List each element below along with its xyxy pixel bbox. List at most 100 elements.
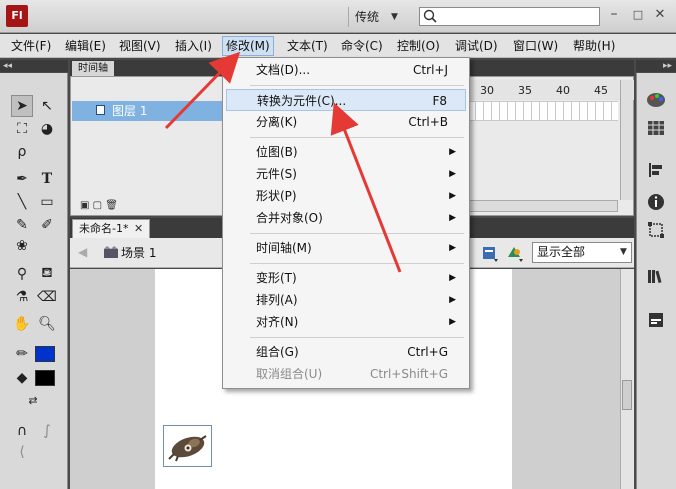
- snap-icon[interactable]: ∩: [11, 420, 33, 442]
- menu-separator: [250, 263, 464, 264]
- tab-timeline[interactable]: 时间轴: [72, 61, 114, 76]
- transform-panel-icon[interactable]: [645, 219, 667, 241]
- fill-color-swatch[interactable]: [35, 370, 55, 386]
- stroke-color-icon: ✏: [16, 346, 28, 362]
- menu-modify[interactable]: 修改(M): [222, 36, 274, 56]
- menu-item-convert-to-symbol[interactable]: 转换为元件(C)... F8: [226, 89, 466, 111]
- frame-cells[interactable]: [468, 101, 618, 121]
- timeline-scrollbar-horizontal[interactable]: [468, 200, 618, 212]
- collapse-left-icon[interactable]: ◂◂: [0, 60, 68, 72]
- menu-insert[interactable]: 插入(I): [172, 36, 215, 56]
- menu-commands[interactable]: 命令(C): [338, 36, 386, 56]
- submenu-arrow-icon: ▶: [449, 213, 456, 223]
- swap-colors-icon[interactable]: ⇄: [22, 389, 44, 411]
- workspace-switcher[interactable]: 传统: [348, 7, 385, 27]
- edit-symbols-icon[interactable]: [480, 243, 500, 263]
- swatches-panel-icon[interactable]: [645, 117, 667, 139]
- menu-item-shortcut: F8: [432, 94, 447, 108]
- rectangle-tool-icon[interactable]: ▭: [36, 191, 58, 213]
- right-panel-dock: [636, 73, 676, 489]
- zoom-dropdown[interactable]: 显示全部: [532, 242, 632, 263]
- collapse-right-icon[interactable]: ▸▸: [636, 60, 676, 72]
- pencil-icon[interactable]: ✎: [11, 214, 33, 236]
- eyedropper-icon[interactable]: ⚗: [11, 286, 33, 308]
- menu-item-break-apart[interactable]: 分离(K) Ctrl+B: [226, 111, 466, 133]
- pen-icon[interactable]: ✒: [11, 168, 33, 190]
- menu-separator: [250, 85, 464, 86]
- deco-icon[interactable]: ❀: [11, 235, 33, 257]
- search-input[interactable]: [419, 7, 600, 26]
- menu-item-document[interactable]: 文档(D)... Ctrl+J: [226, 59, 466, 81]
- smooth-icon[interactable]: ∫: [36, 420, 58, 442]
- menu-help[interactable]: 帮助(H): [570, 36, 618, 56]
- scene-label[interactable]: 场景 1: [121, 245, 156, 261]
- free-transform-icon[interactable]: ⛶: [11, 118, 33, 140]
- components-icon[interactable]: [645, 309, 667, 331]
- menu-item-label: 取消组合(U): [256, 367, 323, 381]
- menu-item-timeline[interactable]: 时间轴(M) ▶: [226, 237, 466, 259]
- menu-item-group[interactable]: 组合(G) Ctrl+G: [226, 341, 466, 363]
- menu-separator: [250, 337, 464, 338]
- line-tool-icon[interactable]: ╲: [11, 191, 33, 213]
- brush-icon[interactable]: ✐: [36, 214, 58, 236]
- timeline-scrollbar-vertical[interactable]: [620, 80, 633, 200]
- frog-bitmap[interactable]: [163, 425, 212, 467]
- menu-item-bitmap[interactable]: 位图(B) ▶: [226, 141, 466, 163]
- menu-item-label: 转换为元件(C)...: [257, 94, 347, 108]
- menu-text[interactable]: 文本(T): [284, 36, 331, 56]
- hand-icon[interactable]: ✋: [11, 313, 33, 335]
- 3d-rotation-icon[interactable]: ◕: [36, 118, 58, 140]
- chevron-down-icon[interactable]: ▼: [620, 243, 627, 262]
- menu-separator: [250, 137, 464, 138]
- align-panel-icon[interactable]: [645, 159, 667, 181]
- menu-item-label: 分离(K): [256, 115, 298, 129]
- ruler-label: 30: [480, 84, 494, 97]
- back-arrow-icon[interactable]: ◀: [78, 245, 87, 259]
- paint-bucket-icon[interactable]: ⛾: [36, 263, 58, 285]
- maximize-icon[interactable]: □: [630, 7, 646, 23]
- menu-view[interactable]: 视图(V): [116, 36, 164, 56]
- menu-item-combine-objects[interactable]: 合并对象(O) ▶: [226, 207, 466, 229]
- menu-item-label: 时间轴(M): [256, 241, 312, 255]
- stage-scroll-thumb[interactable]: [622, 380, 632, 410]
- selection-tool-icon[interactable]: ➤: [11, 95, 33, 117]
- menu-item-transform[interactable]: 变形(T) ▶: [226, 267, 466, 289]
- edit-scene-icon[interactable]: [505, 243, 525, 263]
- menu-file[interactable]: 文件(F): [8, 36, 54, 56]
- minimize-icon[interactable]: –: [606, 7, 622, 23]
- menu-item-symbol[interactable]: 元件(S) ▶: [226, 163, 466, 185]
- menu-window[interactable]: 窗口(W): [510, 36, 561, 56]
- submenu-arrow-icon: ▶: [449, 169, 456, 179]
- layer-icon: [96, 105, 105, 115]
- menu-item-label: 排列(A): [256, 293, 298, 307]
- menu-item-label: 形状(P): [256, 189, 297, 203]
- zoom-icon[interactable]: 🔍︎: [36, 313, 58, 335]
- bone-icon[interactable]: ⚲: [11, 263, 33, 285]
- new-layer-icon[interactable]: ▣ ▢ 🗑︎: [80, 200, 118, 211]
- layer-name[interactable]: 图层 1: [112, 103, 147, 119]
- menu-item-label: 合并对象(O): [256, 211, 323, 225]
- subselection-tool-icon[interactable]: ↖: [36, 95, 58, 117]
- eraser-icon[interactable]: ⌫: [36, 286, 58, 308]
- menu-item-align[interactable]: 对齐(N) ▶: [226, 311, 466, 333]
- stage-scrollbar[interactable]: [620, 269, 634, 489]
- menu-debug[interactable]: 调试(D): [452, 36, 501, 56]
- menu-edit[interactable]: 编辑(E): [62, 36, 109, 56]
- straighten-icon[interactable]: ⟨: [11, 441, 33, 463]
- close-icon[interactable]: ✕: [134, 220, 143, 238]
- info-icon[interactable]: [645, 191, 667, 213]
- frog-image: [168, 435, 207, 462]
- text-tool-icon[interactable]: T: [36, 168, 58, 190]
- lasso-icon[interactable]: ρ: [11, 141, 33, 163]
- menu-item-label: 对齐(N): [256, 315, 299, 329]
- chevron-down-icon[interactable]: ▼: [391, 8, 398, 26]
- menu-item-arrange[interactable]: 排列(A) ▶: [226, 289, 466, 311]
- submenu-arrow-icon: ▶: [449, 295, 456, 305]
- menu-item-shape[interactable]: 形状(P) ▶: [226, 185, 466, 207]
- menu-control[interactable]: 控制(O): [394, 36, 443, 56]
- stroke-color-swatch[interactable]: [35, 346, 55, 362]
- close-icon[interactable]: ✕: [652, 7, 668, 23]
- library-icon[interactable]: [645, 265, 667, 287]
- menu-item-shortcut: Ctrl+B: [408, 115, 448, 129]
- color-panel-icon[interactable]: [645, 89, 667, 111]
